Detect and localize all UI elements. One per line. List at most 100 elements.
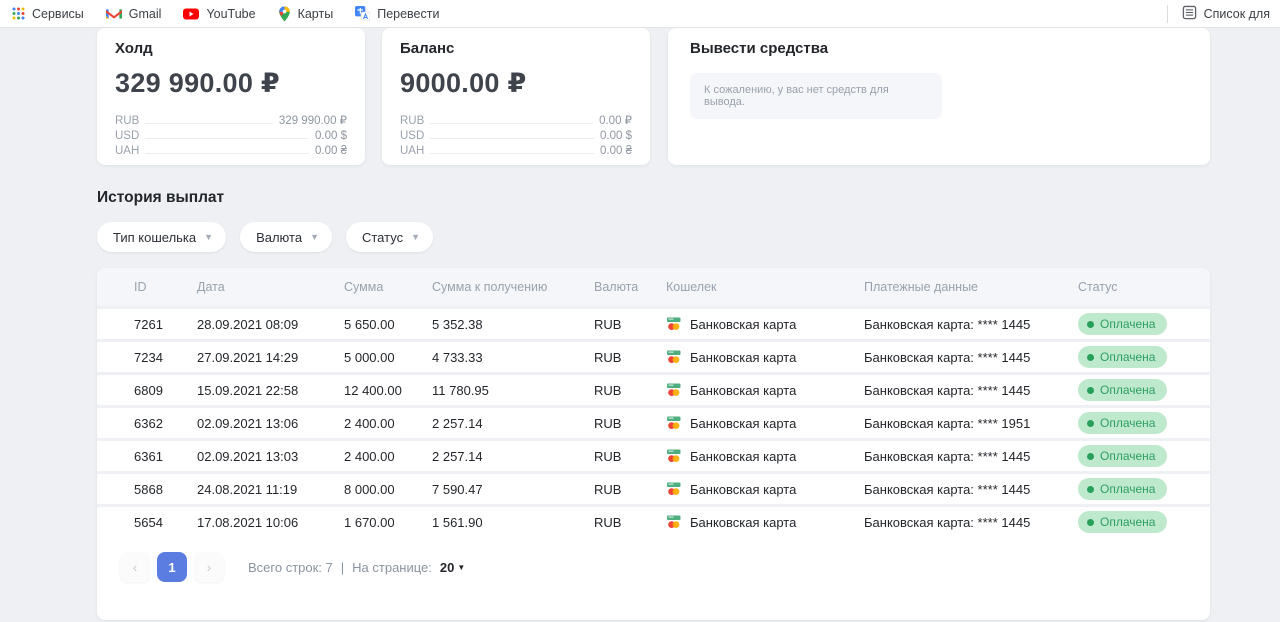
cell-currency: RUB	[594, 383, 666, 398]
wallet-type-filter[interactable]: Тип кошелька ▼	[97, 222, 226, 252]
cell-payment: Банковская карта: **** 1445	[864, 383, 1078, 398]
cell-wallet: Банковская карта	[666, 416, 864, 431]
gmail-icon	[106, 8, 122, 20]
cell-date: 24.08.2021 11:19	[197, 482, 344, 497]
cell-receive: 4 733.33	[432, 350, 594, 365]
bookmark-label: YouTube	[206, 7, 255, 21]
bank-card-icon	[666, 515, 682, 529]
next-page-button[interactable]: ›	[194, 552, 224, 582]
cell-wallet: Банковская карта	[666, 482, 864, 497]
cell-id: 5654	[134, 515, 197, 530]
cell-status: Оплачена	[1078, 379, 1210, 401]
filter-label: Тип кошелька	[113, 230, 196, 245]
wallet-label: Банковская карта	[690, 515, 796, 530]
reading-list-button[interactable]: Список для	[1167, 5, 1270, 23]
currency-value: 329 990.00 ₽	[279, 113, 347, 127]
chevron-down-icon: ▼	[457, 563, 465, 572]
cell-wallet: Банковская карта	[666, 383, 864, 398]
currency-code: USD	[115, 130, 139, 142]
currency-row-usd: USD 0.00 $	[400, 127, 632, 142]
cell-payment: Банковская карта: **** 1445	[864, 350, 1078, 365]
bank-card-icon	[666, 317, 682, 331]
header-payment: Платежные данные	[864, 280, 1078, 294]
status-badge: Оплачена	[1078, 478, 1167, 500]
bookmark-label: Карты	[298, 7, 334, 21]
cell-wallet: Банковская карта	[666, 515, 864, 530]
hold-currency-list: RUB 329 990.00 ₽ USD 0.00 $ UAH 0.00 ₴	[115, 112, 347, 157]
per-page-select[interactable]: 20 ▼	[440, 560, 465, 575]
wallet-label: Банковская карта	[690, 383, 796, 398]
currency-row-usd: USD 0.00 $	[115, 127, 347, 142]
translate-icon	[355, 6, 370, 21]
cell-currency: RUB	[594, 482, 666, 497]
cell-receive: 5 352.38	[432, 317, 594, 332]
chevron-down-icon: ▼	[204, 232, 213, 242]
wallet-label: Банковская карта	[690, 482, 796, 497]
bookmark-maps[interactable]: Карты	[278, 6, 334, 22]
withdraw-card: Вывести средства К сожалению, у вас нет …	[668, 28, 1210, 165]
cell-payment: Банковская карта: **** 1445	[864, 515, 1078, 530]
currency-value: 0.00 ₽	[599, 113, 632, 127]
table-row: 6809 15.09.2021 22:58 12 400.00 11 780.9…	[97, 372, 1210, 405]
status-dot-icon	[1087, 387, 1094, 394]
header-amount: Сумма	[344, 280, 432, 294]
currency-code: USD	[400, 130, 424, 142]
currency-code: UAH	[400, 145, 424, 157]
cell-date: 27.09.2021 14:29	[197, 350, 344, 365]
cell-receive: 2 257.14	[432, 416, 594, 431]
cell-id: 7261	[134, 317, 197, 332]
status-dot-icon	[1087, 486, 1094, 493]
bookmark-label: Перевести	[377, 7, 439, 21]
cell-date: 02.09.2021 13:06	[197, 416, 344, 431]
wallet-label: Банковская карта	[690, 416, 796, 431]
header-receive: Сумма к получению	[432, 280, 594, 294]
chevron-right-icon: ›	[207, 559, 212, 575]
wallet-label: Банковская карта	[690, 317, 796, 332]
prev-page-button[interactable]: ‹	[120, 552, 150, 582]
currency-filter[interactable]: Валюта ▼	[240, 222, 332, 252]
leader-line	[145, 138, 309, 139]
cell-amount: 2 400.00	[344, 449, 432, 464]
hold-card: Холд 329 990.00 ₽ RUB 329 990.00 ₽ USD 0…	[97, 28, 365, 165]
cell-date: 28.09.2021 08:09	[197, 317, 344, 332]
cell-date: 02.09.2021 13:03	[197, 449, 344, 464]
withdraw-card-title: Вывести средства	[690, 40, 1192, 57]
cell-wallet: Банковская карта	[666, 449, 864, 464]
balance-total-amount: 9000.00 ₽	[400, 68, 632, 99]
status-filter[interactable]: Статус ▼	[346, 222, 433, 252]
cell-status: Оплачена	[1078, 478, 1210, 500]
bookmark-services[interactable]: Сервисы	[12, 7, 84, 21]
bookmark-translate[interactable]: Перевести	[355, 6, 439, 21]
page-1-button[interactable]: 1	[157, 552, 187, 582]
table-row: 6362 02.09.2021 13:06 2 400.00 2 257.14 …	[97, 405, 1210, 438]
cell-status: Оплачена	[1078, 511, 1210, 533]
currency-row-uah: UAH 0.00 ₴	[115, 142, 347, 157]
table-header-row: ID Дата Сумма Сумма к получению Валюта К…	[97, 268, 1210, 306]
cell-amount: 5 000.00	[344, 350, 432, 365]
table-row: 7261 28.09.2021 08:09 5 650.00 5 352.38 …	[97, 306, 1210, 339]
cell-currency: RUB	[594, 449, 666, 464]
currency-value: 0.00 ₴	[315, 145, 347, 157]
cell-id: 6809	[134, 383, 197, 398]
wallet-label: Банковская карта	[690, 449, 796, 464]
bookmark-gmail[interactable]: Gmail	[106, 7, 162, 21]
leader-line	[430, 153, 594, 154]
leader-line	[430, 138, 594, 139]
bookmark-label: Gmail	[129, 7, 162, 21]
maps-pin-icon	[278, 6, 291, 22]
bank-card-icon	[666, 482, 682, 496]
bookmark-youtube[interactable]: YouTube	[183, 7, 255, 21]
chevron-down-icon: ▼	[411, 232, 420, 242]
status-badge: Оплачена	[1078, 346, 1167, 368]
pagination-divider: |	[341, 560, 344, 575]
status-dot-icon	[1087, 420, 1094, 427]
chevron-left-icon: ‹	[133, 559, 138, 575]
cell-receive: 2 257.14	[432, 449, 594, 464]
cell-amount: 1 670.00	[344, 515, 432, 530]
status-dot-icon	[1087, 321, 1094, 328]
currency-code: RUB	[115, 115, 139, 127]
cell-amount: 2 400.00	[344, 416, 432, 431]
cell-date: 17.08.2021 10:06	[197, 515, 344, 530]
bank-card-icon	[666, 416, 682, 430]
header-id: ID	[134, 280, 197, 294]
